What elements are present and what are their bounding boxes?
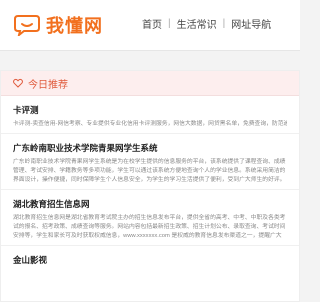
nav-item-home[interactable]: 首页 <box>142 16 162 31</box>
article-title[interactable]: 湖北教育招生信息网 <box>13 198 287 210</box>
site-logo[interactable]: 我懂网 <box>14 12 103 38</box>
heart-icon <box>13 78 23 88</box>
list-item[interactable]: 卡评测 卡评测-卖查信用-网信考察、专业提供专业化信用卡评测服务，网信大数据，网… <box>1 96 299 134</box>
nav-separator: | <box>168 18 171 29</box>
recommend-panel: 今日推荐 卡评测 卡评测-卖查信用-网信考察、专业提供专业化信用卡评测服务，网信… <box>0 70 300 302</box>
list-item[interactable]: 湖北教育招生信息网 湖北教育招生信息网是湖北省教育考试院主办的招生信息发布平台，… <box>1 190 299 246</box>
article-title[interactable]: 广东岭南职业技术学院青果网学生系统 <box>13 142 287 154</box>
nav-separator: | <box>222 18 226 29</box>
nav-item-life-tips[interactable]: 生活常识 <box>177 16 217 31</box>
section-header: 今日推荐 <box>1 71 299 96</box>
section-title: 今日推荐 <box>28 79 68 91</box>
article-description: 湖北教育招生信息网是湖北省教育考试院主办的招生信息发布平台，提供全省的高考、中考… <box>13 215 286 239</box>
article-description: 广东岭南职业技术学院青果网学生系统是为在校学生提供的信息服务的平台，该系统提供了… <box>13 159 286 183</box>
chat-bubble-logo-icon <box>14 15 40 36</box>
site-header: 我懂网 首页 | 生活常识 | 网址导航 <box>0 0 300 51</box>
list-item[interactable]: 广东岭南职业技术学院青果网学生系统 广东岭南职业技术学院青果网学生系统是为在校学… <box>1 134 299 190</box>
list-item[interactable]: 金山影视 <box>1 246 299 274</box>
article-title[interactable]: 卡评测 <box>13 104 287 116</box>
article-description: 卡评测-卖查信用-网信考察、专业提供专业化信用卡评测服务，网信大数据，网贷黑名单… <box>13 121 287 127</box>
article-title[interactable]: 金山影视 <box>13 254 287 266</box>
nav-item-directory[interactable]: 网址导航 <box>231 16 271 31</box>
main-nav: 首页 | 生活常识 | 网址导航 <box>142 16 271 31</box>
site-name: 我懂网 <box>46 16 103 36</box>
